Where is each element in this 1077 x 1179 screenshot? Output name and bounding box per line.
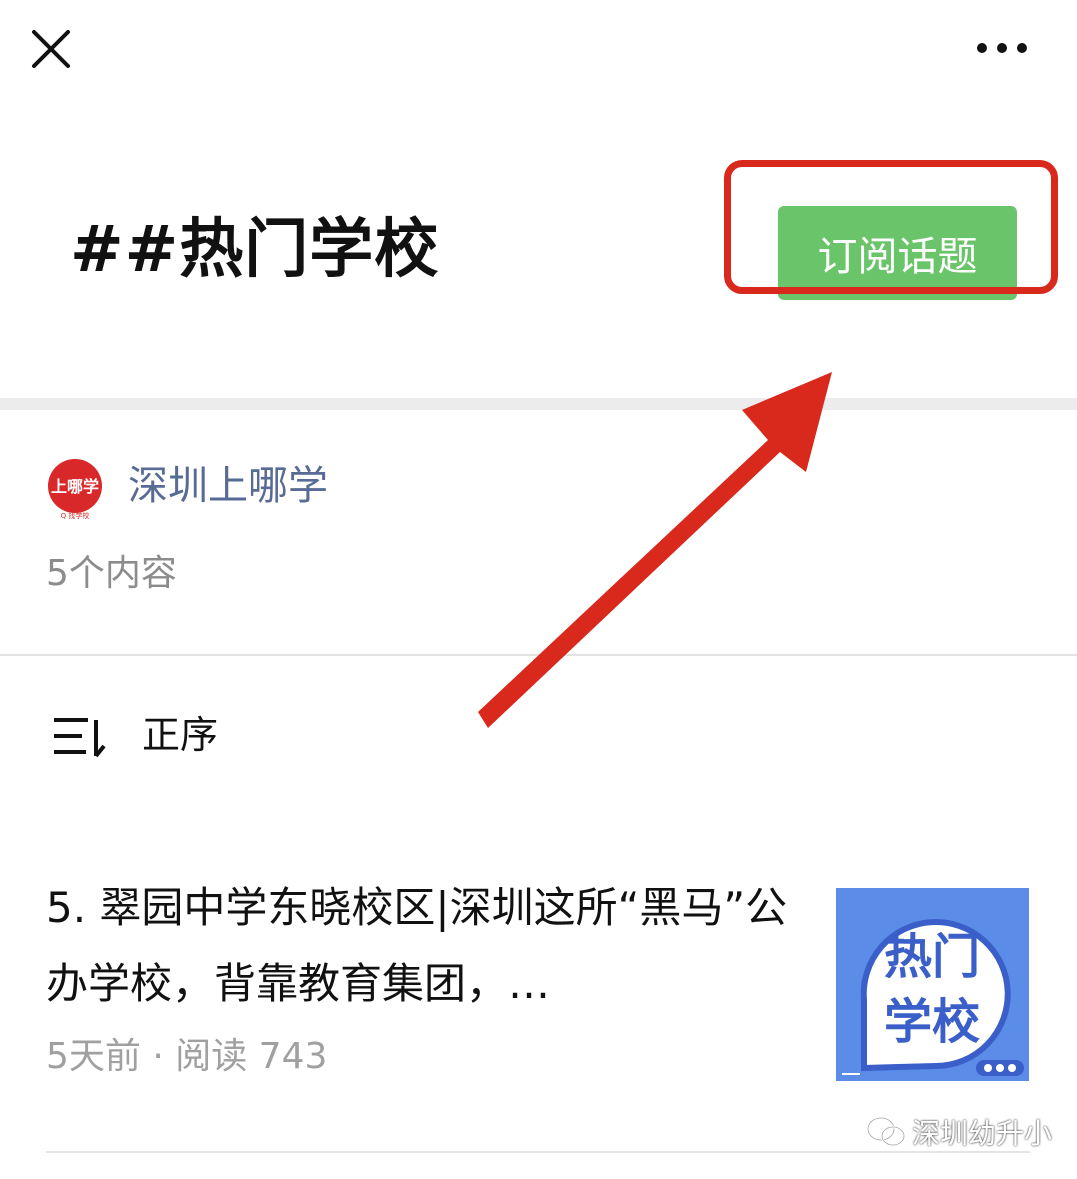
article-list-item[interactable]: 5. 翠园中学东晓校区|深圳这所“黑马”公办学校，背靠教育集团，… 5天前 · … (0, 860, 1077, 1100)
more-button[interactable] (972, 30, 1032, 66)
account-name-link[interactable]: 深圳上哪学 (128, 460, 328, 512)
sort-label: 正序 (142, 713, 219, 757)
close-button[interactable] (28, 26, 74, 72)
account-logo: 上哪学 Q 找学校 (48, 459, 102, 520)
watermark-text: 深圳幼升小 (912, 1117, 1053, 1150)
close-icon (32, 30, 70, 68)
wechat-icon (866, 1116, 906, 1147)
avatar[interactable]: 上哪学 Q 找学校 (44, 458, 106, 520)
article-meta: 5天前 · 阅读 743 (46, 1036, 328, 1077)
thumb-text-line1: 热门 (884, 929, 980, 985)
content-count: 5个内容 (46, 553, 177, 594)
sort-toggle[interactable]: 正序 (0, 690, 400, 780)
subscribe-topic-button[interactable]: 订阅话题 (778, 206, 1017, 300)
article-thumbnail: 热门 学校 (836, 888, 1029, 1081)
subscribe-topic-label: 订阅话题 (817, 234, 978, 280)
topic-header: ##热门学校 订阅话题 (0, 100, 1077, 398)
topic-title: ##热门学校 (70, 213, 440, 287)
top-bar (0, 0, 1077, 100)
thumb-text-line2: 学校 (884, 994, 980, 1050)
account-info: 上哪学 Q 找学校 深圳上哪学 5个内容 (0, 410, 1077, 655)
watermark: 深圳幼升小 (866, 1112, 1052, 1152)
divider (0, 654, 1077, 656)
avatar-subtext: Q 找学校 (61, 511, 90, 520)
more-horizontal-icon (977, 43, 1027, 53)
avatar-text: 上哪学 (51, 477, 99, 496)
sort-icon (54, 718, 106, 758)
article-title: 5. 翠园中学东晓校区|深圳这所“黑马”公办学校，背靠教育集团，… (46, 883, 788, 1008)
section-divider (0, 398, 1077, 410)
